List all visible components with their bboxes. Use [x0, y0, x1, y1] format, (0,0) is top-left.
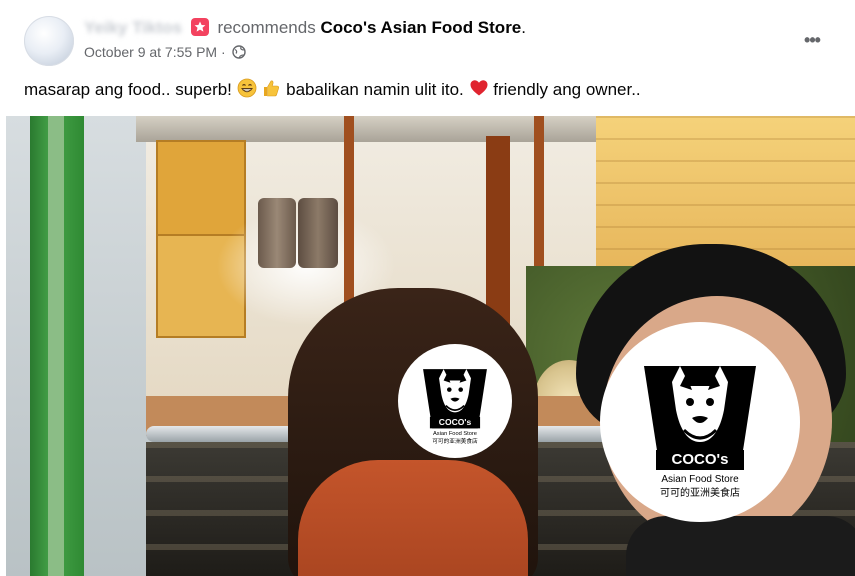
photo-dispenser-right	[298, 198, 338, 268]
grinning-face-icon	[237, 78, 257, 105]
message-part-2: babalikan namin ulit ito.	[286, 80, 469, 99]
logo-title-large: COCO's	[672, 451, 729, 468]
recommends-text: recommends	[217, 18, 316, 37]
logo-subtitle-large: Asian Food Store	[661, 474, 739, 485]
globe-icon[interactable]	[231, 45, 246, 62]
store-name-link[interactable]: Coco's Asian Food Store	[320, 18, 521, 37]
post-header: Yeiky Tiktos recommends Coco's Asian Foo…	[84, 16, 526, 40]
photo-dispenser-left	[258, 198, 296, 268]
thumbs-up-icon	[261, 78, 281, 105]
coco-logo-sticker-large: COCO's Asian Food Store 可可的亚洲美食店	[600, 322, 800, 522]
logo-title-small: COCO's	[439, 417, 472, 427]
message-part-1: masarap ang food.. superb!	[24, 80, 237, 99]
logo-chinese-large: 可可的亚洲美食店	[660, 486, 740, 499]
post-photo[interactable]: COCO's Asian Food Store 可可的亚洲美食店 COCO's …	[6, 116, 855, 576]
recommend-icon	[190, 18, 209, 36]
more-options-button[interactable]: •••	[796, 24, 828, 56]
red-heart-icon	[469, 78, 489, 105]
post-card: Yeiky Tiktos recommends Coco's Asian Foo…	[0, 0, 855, 576]
meta-separator: ·	[220, 44, 226, 60]
post-meta: October 9 at 7:55 PM ·	[84, 44, 246, 62]
dog-logo-icon: COCO's Asian Food Store 可可的亚洲美食店	[423, 369, 487, 445]
logo-chinese-small: 可可的亚洲美食店	[432, 437, 478, 445]
author-name-link[interactable]: Yeiky Tiktos	[84, 16, 182, 40]
logo-subtitle-small: Asian Food Store	[433, 431, 477, 437]
post-message: masarap ang food.. superb! babalikan nam…	[24, 78, 641, 105]
photo-person-right-shirt	[626, 516, 855, 576]
post-timestamp[interactable]: October 9 at 7:55 PM	[84, 44, 217, 60]
dog-logo-icon-large: COCO's Asian Food Store 可可的亚洲美食店	[644, 366, 756, 499]
coco-logo-sticker-small: COCO's Asian Food Store 可可的亚洲美食店	[398, 344, 512, 458]
message-part-3: friendly ang owner..	[493, 80, 641, 99]
header-period: .	[521, 18, 526, 37]
photo-green-frame-inner	[48, 116, 64, 576]
author-avatar[interactable]	[24, 16, 74, 66]
photo-person-left-shirt	[298, 460, 528, 576]
